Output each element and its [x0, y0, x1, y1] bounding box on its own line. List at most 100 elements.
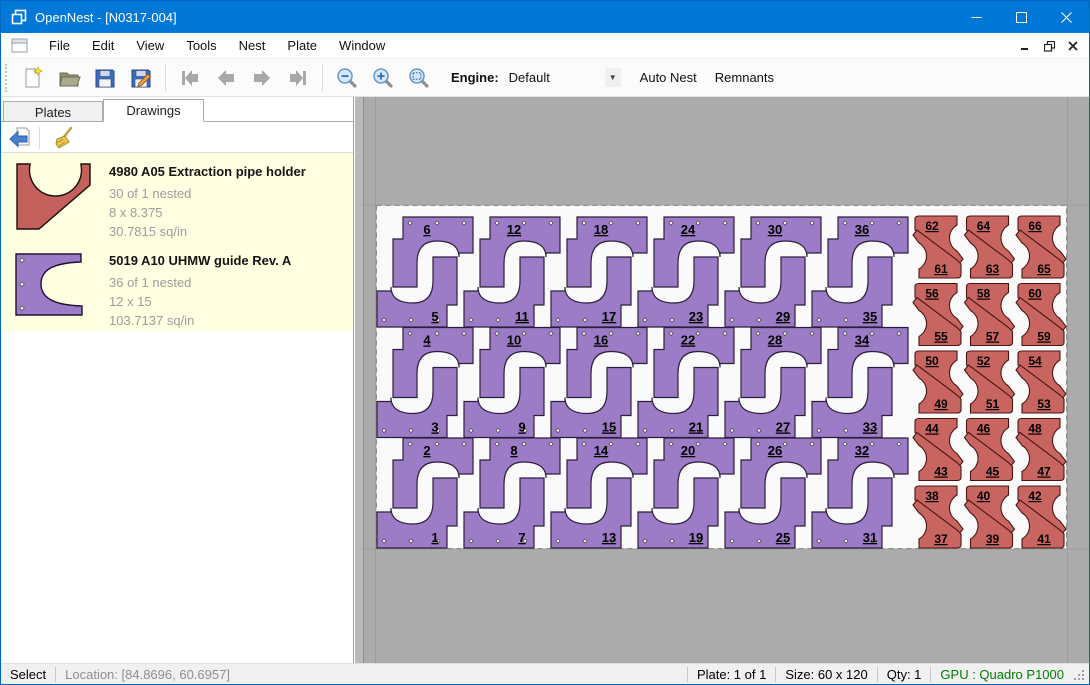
part-number: 60	[1028, 287, 1042, 301]
drawing-thumbnail-red	[15, 162, 97, 232]
zoom-fit-button[interactable]	[404, 63, 434, 93]
minimize-button[interactable]	[954, 1, 999, 33]
part-number: 12	[507, 222, 521, 237]
panel-toolbar-separator	[39, 127, 40, 149]
mdi-close-button[interactable]	[1063, 36, 1083, 56]
drawing-list: 4980 A05 Extraction pipe holder 30 of 1 …	[1, 153, 353, 331]
auto-nest-button[interactable]: Auto Nest	[631, 64, 706, 91]
zoom-out-button[interactable]	[332, 63, 362, 93]
main-toolbar: Engine: Default ▼ Auto Nest Remnants	[1, 59, 1089, 97]
save-as-button[interactable]	[126, 63, 156, 93]
panel-tabs: Plates Drawings	[1, 97, 353, 122]
part-number: 7	[518, 530, 525, 545]
part-number: 38	[925, 489, 939, 503]
part-number: 22	[681, 333, 695, 348]
clean-button[interactable]	[50, 125, 78, 151]
part-number: 13	[602, 530, 616, 545]
mdi-minimize-icon	[1020, 41, 1030, 51]
part-number: 57	[986, 330, 1000, 344]
part-number: 42	[1028, 489, 1042, 503]
part-number: 31	[863, 530, 877, 545]
part-number: 54	[1028, 354, 1042, 368]
mdi-restore-button[interactable]	[1039, 36, 1059, 56]
part-number: 49	[934, 397, 948, 411]
part-number: 44	[925, 422, 939, 436]
engine-combobox[interactable]: Default	[509, 70, 587, 85]
open-button[interactable]	[54, 63, 84, 93]
menu-tools[interactable]: Tools	[175, 34, 227, 57]
part-number: 11	[515, 309, 529, 324]
part-number: 6	[423, 222, 430, 237]
status-separator	[687, 667, 688, 682]
go-first-button[interactable]	[175, 63, 205, 93]
part-number: 25	[776, 530, 790, 545]
import-drawing-button[interactable]	[6, 125, 34, 151]
menu-window[interactable]: Window	[328, 34, 396, 57]
mdi-close-icon	[1068, 41, 1078, 51]
part-number: 34	[855, 333, 870, 348]
part-number: 20	[681, 443, 695, 458]
part-number: 4	[423, 333, 431, 348]
mdi-system-icon[interactable]	[11, 38, 28, 53]
part-number: 66	[1028, 219, 1042, 233]
go-next-button[interactable]	[247, 63, 277, 93]
status-separator	[877, 667, 878, 682]
part-number: 35	[863, 309, 877, 324]
part-number: 21	[689, 420, 703, 435]
engine-label: Engine:	[451, 70, 499, 85]
drawing-title: 4980 A05 Extraction pipe holder	[109, 164, 306, 179]
tab-drawings[interactable]: Drawings	[103, 99, 204, 122]
part-number: 48	[1028, 422, 1042, 436]
drawings-panel: Plates Drawings	[1, 97, 354, 663]
panel-toolbar	[1, 123, 353, 153]
save-as-icon	[129, 66, 153, 90]
part-number: 33	[863, 420, 877, 435]
part-number: 29	[776, 309, 790, 324]
save-icon	[93, 66, 117, 90]
part-number: 51	[986, 397, 1000, 411]
save-button[interactable]	[90, 63, 120, 93]
remnants-button[interactable]: Remnants	[706, 64, 783, 91]
status-separator	[775, 667, 776, 682]
drawing-size: 8 x 8.375	[109, 203, 306, 222]
tab-plates[interactable]: Plates	[3, 101, 103, 122]
menu-plate[interactable]: Plate	[276, 34, 328, 57]
toolbar-separator	[165, 64, 166, 92]
toolbar-grip[interactable]	[5, 64, 9, 92]
status-plate: Plate: 1 of 1	[697, 667, 766, 682]
part-number: 2	[423, 443, 430, 458]
part-number: 46	[977, 422, 991, 436]
maximize-button[interactable]	[999, 1, 1044, 33]
menu-edit[interactable]: Edit	[81, 34, 125, 57]
zoom-in-button[interactable]	[368, 63, 398, 93]
part-number: 18	[594, 222, 608, 237]
status-separator	[930, 667, 931, 682]
part-number: 50	[925, 354, 939, 368]
nest-view[interactable]: 6512111817242330293635431091615222128273…	[364, 97, 1090, 663]
drawing-item-1[interactable]: 5019 A10 UHMW guide Rev. A 36 of 1 neste…	[1, 242, 353, 331]
part-number: 64	[977, 219, 991, 233]
menu-nest[interactable]: Nest	[228, 34, 277, 57]
app-window: OpenNest - [N0317-004] File Edit View To…	[0, 0, 1090, 685]
part-number: 45	[986, 465, 1000, 479]
panel-splitter[interactable]	[355, 97, 364, 663]
close-button[interactable]	[1044, 1, 1089, 33]
menu-file[interactable]: File	[38, 34, 81, 57]
part-number: 26	[768, 443, 782, 458]
part-number: 5	[431, 309, 438, 324]
app-icon	[11, 9, 27, 25]
part-number: 3	[431, 420, 438, 435]
resize-grip[interactable]	[1072, 668, 1086, 682]
maximize-icon	[1016, 12, 1027, 23]
go-previous-button[interactable]	[211, 63, 241, 93]
part-number: 10	[507, 333, 521, 348]
part-number: 28	[768, 333, 782, 348]
new-document-button[interactable]	[18, 63, 48, 93]
engine-dropdown-arrow[interactable]: ▼	[605, 68, 621, 87]
status-gpu: GPU : Quadro P1000	[940, 667, 1064, 682]
mdi-minimize-button[interactable]	[1015, 36, 1035, 56]
nest-canvas[interactable]: 6512111817242330293635431091615222128273…	[364, 97, 1090, 663]
go-last-button[interactable]	[283, 63, 313, 93]
menu-view[interactable]: View	[125, 34, 175, 57]
drawing-item-0[interactable]: 4980 A05 Extraction pipe holder 30 of 1 …	[1, 153, 353, 242]
